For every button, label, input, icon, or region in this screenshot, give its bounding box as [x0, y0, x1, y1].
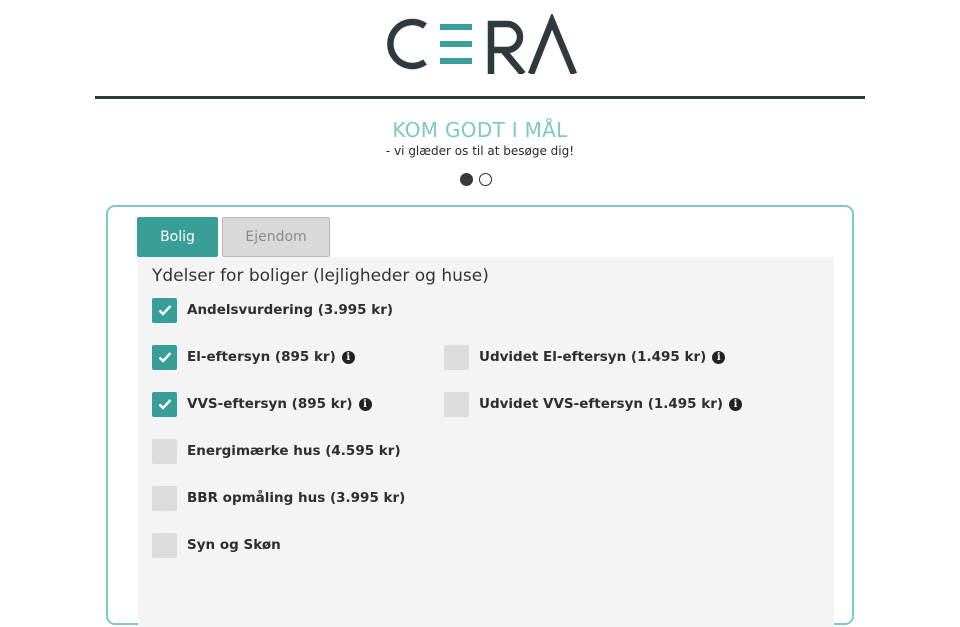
bbr-opmaaling-hus-label: BBR opmåling hus (3.995 kr) [187, 490, 406, 506]
energimaerke-hus-label: Energimærke hus (4.595 kr) [187, 443, 401, 459]
udvidet-el-eftersyn-label: Udvidet El-eftersyn (1.495 kr) [479, 349, 707, 365]
energimaerke-hus-checkbox[interactable] [152, 438, 177, 464]
option-syn-og-skoen[interactable]: Syn og Skøn [152, 532, 281, 558]
check-icon [158, 352, 171, 363]
option-udvidet-vvs-eftersyn[interactable]: Udvidet VVS-eftersyn (1.495 kr) i [444, 391, 743, 417]
el-eftersyn-checkbox[interactable] [152, 344, 177, 370]
tab-bolig[interactable]: Bolig [137, 217, 218, 257]
info-circle-icon[interactable]: i [729, 397, 743, 411]
check-icon [158, 305, 171, 316]
andelsvurdering-label: Andelsvurdering (3.995 kr) [187, 302, 394, 318]
info-circle-icon[interactable]: i [341, 350, 355, 364]
check-icon [158, 399, 171, 410]
step-indicator [460, 173, 492, 186]
services-panel: Ydelser for boliger (lejligheder og huse… [138, 257, 834, 627]
info-circle-icon[interactable]: i [712, 350, 726, 364]
bbr-opmaaling-hus-checkbox[interactable] [152, 485, 177, 511]
syn-og-skoen-label: Syn og Skøn [187, 537, 281, 553]
page-subheadline: - vi glæder os til at besøge dig! [385, 144, 575, 158]
syn-og-skoen-checkbox[interactable] [152, 532, 177, 558]
option-udvidet-el-eftersyn[interactable]: Udvidet El-eftersyn (1.495 kr) i [444, 344, 726, 370]
vvs-eftersyn-checkbox[interactable] [152, 391, 177, 417]
cera-logo[interactable] [0, 14, 960, 84]
option-bbr-opmaaling-hus[interactable]: BBR opmåling hus (3.995 kr) [152, 485, 405, 511]
andelsvurdering-checkbox[interactable] [152, 297, 177, 323]
udvidet-el-eftersyn-checkbox[interactable] [444, 344, 469, 370]
udvidet-vvs-eftersyn-checkbox[interactable] [444, 391, 469, 417]
services-card: Bolig Ejendom Ydelser for boliger (lejli… [106, 205, 854, 627]
vvs-eftersyn-label: VVS-eftersyn (895 kr) [187, 396, 353, 412]
step-1-dot[interactable] [460, 173, 473, 186]
udvidet-vvs-eftersyn-label: Udvidet VVS-eftersyn (1.495 kr) [479, 396, 724, 412]
panel-title: Ydelser for boliger (lejligheder og huse… [152, 266, 489, 286]
info-circle-icon[interactable]: i [358, 397, 372, 411]
option-vvs-eftersyn[interactable]: VVS-eftersyn (895 kr) i [152, 391, 372, 417]
el-eftersyn-label: El-eftersyn (895 kr) [187, 349, 336, 365]
page-headline: KOM GODT I MÅL [392, 118, 568, 142]
option-energimaerke-hus[interactable]: Energimærke hus (4.595 kr) [152, 438, 401, 464]
header-divider [95, 96, 865, 99]
step-2-dot[interactable] [479, 173, 492, 186]
option-el-eftersyn[interactable]: El-eftersyn (895 kr) i [152, 344, 355, 370]
tab-ejendom[interactable]: Ejendom [222, 217, 330, 257]
option-andelsvurdering[interactable]: Andelsvurdering (3.995 kr) [152, 297, 393, 323]
